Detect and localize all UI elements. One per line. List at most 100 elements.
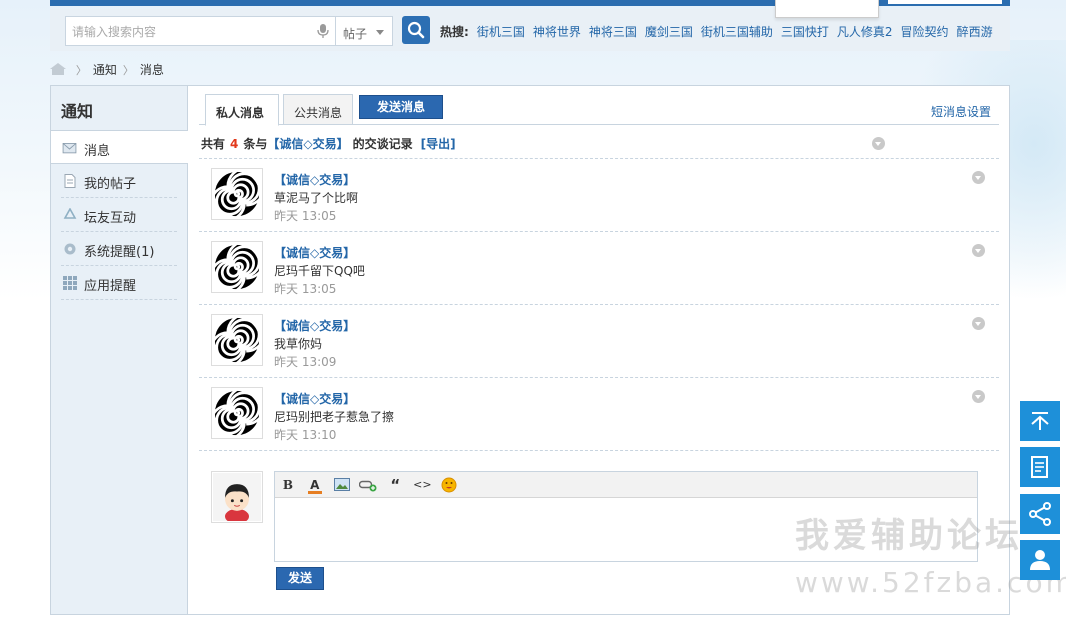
breadcrumb-separator: 〉 [75, 64, 87, 77]
message-options-icon[interactable] [972, 244, 985, 257]
sidebar-item-my-posts[interactable]: 我的帖子 [61, 164, 177, 198]
message-settings-link[interactable]: 短消息设置 [931, 103, 991, 120]
breadcrumb: 〉通知〉消息 [50, 61, 164, 77]
grid-icon [63, 276, 77, 290]
emoji-button[interactable] [440, 476, 458, 494]
back-to-top-button[interactable] [1020, 401, 1060, 441]
link-icon [359, 480, 377, 492]
hot-link[interactable]: 魔剑三国 [645, 25, 693, 39]
sidebar-item-system[interactable]: 系统提醒(1) [61, 232, 177, 266]
sidebar-item-label: 坛友互动 [84, 211, 137, 226]
post-button[interactable] [1020, 447, 1060, 487]
document-icon [64, 174, 76, 188]
search-type-select[interactable]: 帖子 [335, 16, 393, 46]
image-button[interactable] [333, 476, 351, 494]
sidebar-item-interaction[interactable]: 坛友互动 [61, 198, 177, 232]
search-button[interactable] [402, 16, 430, 44]
message-sender[interactable]: 【诚信◇交易】 [274, 390, 355, 407]
top-dropdown-menu[interactable] [775, 0, 879, 18]
share-icon [1029, 502, 1051, 526]
watermark-text: 我爱辅助论坛 [795, 516, 1023, 556]
avatar[interactable] [211, 241, 263, 293]
font-color-button[interactable]: A [306, 476, 324, 494]
hot-search-label: 热搜: [440, 25, 469, 39]
tab-private[interactable]: 私人消息 [205, 94, 279, 126]
summary-mid: 条与 [243, 137, 268, 151]
message-text: 尼玛别把老子惹急了擦 [274, 410, 395, 424]
avatar[interactable] [211, 314, 263, 366]
link-button[interactable] [359, 476, 377, 494]
breadcrumb-separator: 〉 [122, 64, 134, 77]
editor-toolbar: B A “ <> [275, 472, 977, 498]
sidebar-item-messages[interactable]: 消息 [51, 131, 188, 164]
summary-suffix: 的交谈记录 [352, 137, 413, 151]
sidebar-item-label: 应用提醒 [84, 279, 137, 294]
contact-name[interactable]: 【诚信◇交易】 [267, 137, 348, 151]
hot-link[interactable]: 神将世界 [533, 25, 581, 39]
sidebar-item-label: 系统提醒(1) [84, 245, 155, 260]
message-item: 【诚信◇交易】 尼玛千留下QQ吧 昨天 13:05 [199, 232, 999, 305]
my-avatar[interactable] [211, 471, 263, 523]
hot-link[interactable]: 醉西游 [957, 25, 993, 39]
message-time: 昨天 13:05 [274, 209, 337, 223]
message-options-icon[interactable] [972, 390, 985, 403]
message-sender[interactable]: 【诚信◇交易】 [274, 171, 355, 188]
hot-link[interactable]: 街机三国辅助 [701, 25, 773, 39]
sidebar-title: 通知 [51, 86, 187, 131]
chevron-down-icon [376, 30, 384, 35]
message-item: 【诚信◇交易】 尼玛别把老子惹急了擦 昨天 13:10 [199, 378, 999, 451]
collapse-all-icon[interactable] [872, 137, 885, 150]
search-icon [407, 21, 425, 39]
hot-link[interactable]: 街机三国 [477, 25, 525, 39]
breadcrumb-notice[interactable]: 通知 [93, 63, 117, 77]
tab-bar: 私人消息 公共消息 发送消息 短消息设置 [199, 94, 999, 126]
user-center-button[interactable] [1020, 540, 1060, 580]
sidebar: 通知 消息 我的帖子 坛友互动 系统提醒(1) 应用提醒 [51, 86, 188, 614]
avatar[interactable] [211, 387, 263, 439]
bold-button[interactable]: B [279, 476, 297, 494]
message-text: 尼玛千留下QQ吧 [274, 264, 365, 278]
sidebar-item-label: 我的帖子 [84, 177, 137, 192]
quote-button[interactable]: “ [386, 476, 404, 494]
message-options-icon[interactable] [972, 171, 985, 184]
search-type-label: 帖子 [343, 27, 368, 41]
microphone-icon[interactable] [316, 23, 330, 39]
export-link[interactable]: [导出] [421, 137, 456, 151]
emoji-icon [441, 477, 457, 493]
edit-document-icon [1031, 456, 1048, 478]
code-button[interactable]: <> [413, 476, 431, 494]
search-input[interactable]: 请输入搜索内容 [65, 16, 335, 46]
message-sender[interactable]: 【诚信◇交易】 [274, 317, 355, 334]
conversation-summary: 共有 4 条与【诚信◇交易】 的交谈记录 [导出] [199, 125, 999, 159]
send-button[interactable]: 发送 [276, 567, 324, 590]
top-user-box[interactable] [888, 0, 1002, 4]
recycle-icon [63, 208, 77, 219]
message-item: 【诚信◇交易】 我草你妈 昨天 13:09 [199, 305, 999, 378]
message-count: 4 [230, 137, 239, 151]
share-button[interactable] [1020, 494, 1060, 534]
font-color-icon: A [310, 478, 320, 492]
message-time: 昨天 13:09 [274, 355, 337, 369]
sidebar-item-apps[interactable]: 应用提醒 [61, 266, 177, 300]
avatar[interactable] [211, 168, 263, 220]
home-icon[interactable] [50, 63, 66, 75]
hot-link[interactable]: 三国快打 [781, 25, 829, 39]
sidebar-item-label: 消息 [84, 144, 111, 159]
hot-link[interactable]: 神将三国 [589, 25, 637, 39]
tab-public[interactable]: 公共消息 [283, 94, 353, 125]
hot-link[interactable]: 冒险契约 [901, 25, 949, 39]
hot-search: 热搜: 街机三国 神将世界 神将三国 魔剑三国 街机三国辅助 三国快打 凡人修真2 冒险契约 醉西… [440, 23, 1001, 39]
send-message-button[interactable]: 发送消息 [359, 95, 443, 119]
message-options-icon[interactable] [972, 317, 985, 330]
message-item: 【诚信◇交易】 草泥马了个比啊 昨天 13:05 [199, 159, 999, 232]
hot-link[interactable]: 凡人修真2 [837, 25, 893, 39]
message-sender[interactable]: 【诚信◇交易】 [274, 244, 355, 261]
breadcrumb-message[interactable]: 消息 [140, 63, 164, 77]
arrow-up-icon [1031, 412, 1049, 430]
message-time: 昨天 13:05 [274, 282, 337, 296]
message-time: 昨天 13:10 [274, 428, 337, 442]
message-text: 我草你妈 [274, 337, 323, 351]
message-text: 草泥马了个比啊 [274, 191, 359, 205]
user-icon [1030, 550, 1050, 570]
summary-prefix: 共有 [201, 137, 226, 151]
